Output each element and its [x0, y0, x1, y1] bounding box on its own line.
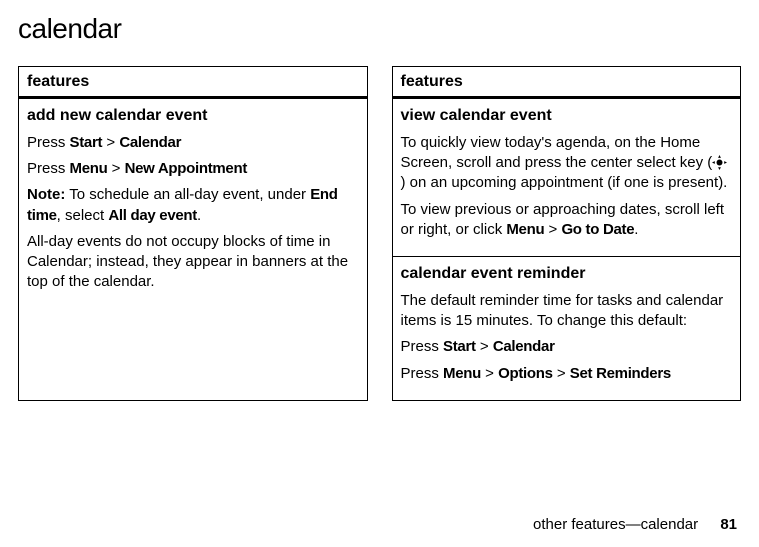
- note-label: Note:: [27, 186, 65, 203]
- text: To schedule an all-day event, under: [65, 186, 310, 203]
- section-reminder: calendar event reminder The default remi…: [393, 256, 741, 400]
- text: >: [544, 221, 561, 238]
- right-table: features view calendar event To quickly …: [392, 66, 742, 401]
- instruction-line: Press Menu > New Appointment: [27, 159, 359, 179]
- text: To quickly view today's agenda, on the H…: [401, 134, 713, 171]
- footer-text: other features—calendar: [533, 516, 698, 533]
- text: ) on an upcoming appointment (if one is …: [401, 174, 728, 191]
- text: .: [197, 207, 201, 224]
- ui-label: Menu: [506, 221, 544, 238]
- text: , select: [57, 207, 109, 224]
- left-heading: features: [19, 67, 367, 100]
- center-select-key-icon: [712, 155, 727, 170]
- ui-label: Options: [498, 365, 553, 382]
- ui-label: Go to Date: [561, 221, 634, 238]
- content-columns: features add new calendar event Press St…: [18, 66, 741, 401]
- section-add-event: add new calendar event Press Start > Cal…: [19, 99, 367, 308]
- instruction-line: Press Menu > Options > Set Reminders: [401, 364, 733, 384]
- ui-label: Start: [70, 134, 103, 151]
- instruction-line: Press Start > Calendar: [27, 133, 359, 153]
- note-line: Note: To schedule an all-day event, unde…: [27, 185, 359, 226]
- section-view-event: view calendar event To quickly view toda…: [393, 99, 741, 256]
- section-title: calendar event reminder: [401, 263, 733, 285]
- text: Press: [401, 338, 444, 355]
- instruction-line: Press Start > Calendar: [401, 337, 733, 357]
- text: .: [634, 221, 638, 238]
- page-footer: other features—calendar 81: [533, 515, 737, 535]
- text: >: [107, 160, 124, 177]
- body-text: All-day events do not occupy blocks of t…: [27, 232, 359, 293]
- ui-label: All day event: [108, 207, 197, 224]
- page-title: calendar: [18, 10, 741, 48]
- right-heading: features: [393, 67, 741, 100]
- page-number: 81: [720, 516, 737, 533]
- text: >: [102, 134, 119, 151]
- ui-label: Start: [443, 338, 476, 355]
- ui-label: New Appointment: [125, 160, 247, 177]
- section-title: add new calendar event: [27, 105, 359, 127]
- text: Press: [27, 134, 70, 151]
- body-text: To view previous or approaching dates, s…: [401, 200, 733, 241]
- section-title: view calendar event: [401, 105, 733, 127]
- text: >: [481, 365, 498, 382]
- left-table: features add new calendar event Press St…: [18, 66, 368, 401]
- ui-label: Set Reminders: [570, 365, 671, 382]
- ui-label: Calendar: [119, 134, 181, 151]
- text: Press: [27, 160, 70, 177]
- ui-label: Menu: [443, 365, 481, 382]
- body-text: The default reminder time for tasks and …: [401, 291, 733, 332]
- ui-label: Menu: [70, 160, 108, 177]
- text: Press: [401, 365, 444, 382]
- text: >: [476, 338, 493, 355]
- body-text: To quickly view today's agenda, on the H…: [401, 133, 733, 194]
- ui-label: Calendar: [493, 338, 555, 355]
- text: >: [553, 365, 570, 382]
